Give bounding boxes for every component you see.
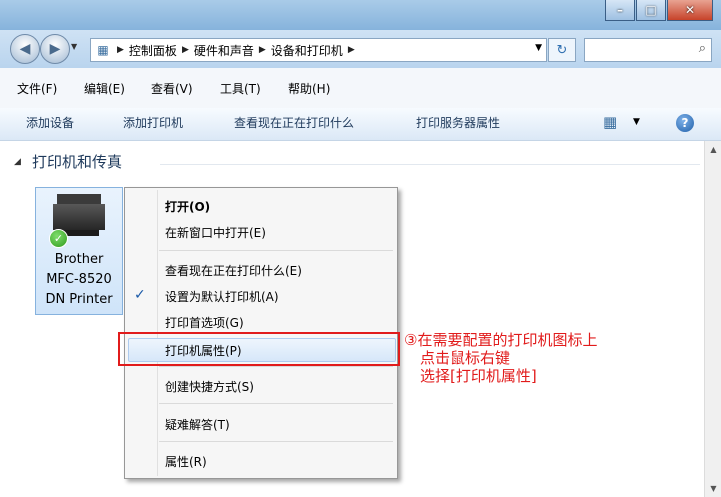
annotation-highlight-box	[118, 332, 400, 366]
menu-tools[interactable]: 工具(T)	[220, 80, 261, 97]
search-icon: ⌕	[698, 41, 706, 56]
forward-arrow-icon: ▶	[49, 41, 61, 57]
history-dropdown-icon[interactable]: ▼	[71, 42, 77, 51]
annotation-line: ③在需要配置的打印机图标上	[404, 331, 598, 349]
menu-separator	[159, 441, 393, 442]
menu-item-troubleshoot[interactable]: 疑难解答(T)	[165, 416, 230, 433]
menu-item-properties[interactable]: 属性(R)	[165, 453, 207, 470]
title-bar: – □ ✕	[0, 0, 721, 30]
printer-label-line: MFC-8520	[46, 272, 112, 287]
menu-view[interactable]: 查看(V)	[151, 80, 193, 97]
search-input[interactable]: ⌕	[584, 38, 712, 62]
view-dropdown-icon[interactable]: ▼	[633, 117, 640, 127]
menu-bar: 文件(F) 编辑(E) 查看(V) 工具(T) 帮助(H)	[0, 68, 721, 109]
menu-file[interactable]: 文件(F)	[17, 80, 57, 97]
help-icon[interactable]: ?	[676, 114, 694, 132]
back-button[interactable]: ◀	[10, 34, 40, 64]
checkmark-icon: ✓	[134, 287, 146, 303]
close-button[interactable]: ✕	[667, 0, 713, 21]
control-panel-icon: ▦	[97, 43, 109, 57]
back-arrow-icon: ◀	[19, 41, 31, 57]
add-device-button[interactable]: 添加设备	[26, 114, 74, 131]
print-server-properties-button[interactable]: 打印服务器属性	[416, 114, 500, 131]
breadcrumb-chevron-icon[interactable]: ▶	[259, 45, 266, 55]
menu-separator	[159, 366, 393, 367]
breadcrumb-chevron-icon[interactable]: ▶	[348, 45, 355, 55]
printer-label-line: Brother	[54, 252, 104, 267]
minimize-button[interactable]: –	[605, 0, 635, 21]
forward-button[interactable]: ▶	[40, 34, 70, 64]
printer-item[interactable]: ✓ Brother MFC-8520 DN Printer	[35, 187, 123, 315]
address-bar: ◀ ▶ ▼ ▦ ▶ 控制面板 ▶ 硬件和声音 ▶ 设备和打印机 ▶ ▼ ↻ ⌕	[0, 30, 721, 68]
collapse-arrow-icon[interactable]: ◢	[14, 157, 21, 167]
menu-item-create-shortcut[interactable]: 创建快捷方式(S)	[165, 378, 254, 395]
printer-label-line: DN Printer	[45, 292, 113, 307]
breadcrumb-chevron-icon[interactable]: ▶	[117, 45, 124, 55]
maximize-button[interactable]: □	[636, 0, 666, 21]
see-whats-printing-button[interactable]: 查看现在正在打印什么	[234, 114, 354, 131]
menu-edit[interactable]: 编辑(E)	[84, 80, 125, 97]
menu-item-set-default[interactable]: 设置为默认打印机(A)	[165, 288, 279, 305]
menu-separator	[159, 403, 393, 404]
annotation-text: ③在需要配置的打印机图标上 点击鼠标右键 选择[打印机属性]	[404, 331, 704, 385]
address-box[interactable]: ▦ ▶ 控制面板 ▶ 硬件和声音 ▶ 设备和打印机 ▶ ▼	[90, 38, 547, 62]
scroll-down-icon[interactable]: ▼	[705, 480, 721, 497]
refresh-icon: ↻	[556, 42, 568, 58]
breadcrumb-hardware-sound[interactable]: 硬件和声音	[194, 42, 254, 59]
scroll-up-icon[interactable]: ▲	[705, 141, 721, 158]
breadcrumb-control-panel[interactable]: 控制面板	[129, 42, 177, 59]
change-view-icon[interactable]: ▦	[603, 113, 617, 131]
breadcrumb-chevron-icon[interactable]: ▶	[182, 45, 189, 55]
vertical-scrollbar[interactable]: ▲ ▼	[704, 141, 721, 497]
default-printer-check-icon: ✓	[49, 229, 68, 248]
group-title[interactable]: 打印机和传真	[32, 151, 122, 172]
menu-item-open-new-window[interactable]: 在新窗口中打开(E)	[165, 224, 266, 241]
annotation-line: 选择[打印机属性]	[420, 367, 537, 385]
menu-item-open[interactable]: 打开(O)	[165, 198, 210, 215]
breadcrumb-devices-printers[interactable]: 设备和打印机	[271, 42, 343, 59]
menu-help[interactable]: 帮助(H)	[288, 80, 330, 97]
menu-item-printing-preferences[interactable]: 打印首选项(G)	[165, 314, 244, 331]
printer-label: Brother MFC-8520 DN Printer	[36, 250, 122, 310]
group-divider	[160, 164, 700, 165]
refresh-button[interactable]: ↻	[548, 38, 576, 62]
address-dropdown-icon[interactable]: ▼	[535, 43, 542, 53]
command-bar: 添加设备 添加打印机 查看现在正在打印什么 打印服务器属性 ▦ ▼ ?	[0, 108, 721, 141]
add-printer-button[interactable]: 添加打印机	[123, 114, 183, 131]
menu-separator	[159, 250, 393, 251]
annotation-line: 点击鼠标右键	[420, 349, 511, 367]
menu-item-see-printing[interactable]: 查看现在正在打印什么(E)	[165, 262, 302, 279]
window-controls: – □ ✕	[604, 0, 713, 21]
